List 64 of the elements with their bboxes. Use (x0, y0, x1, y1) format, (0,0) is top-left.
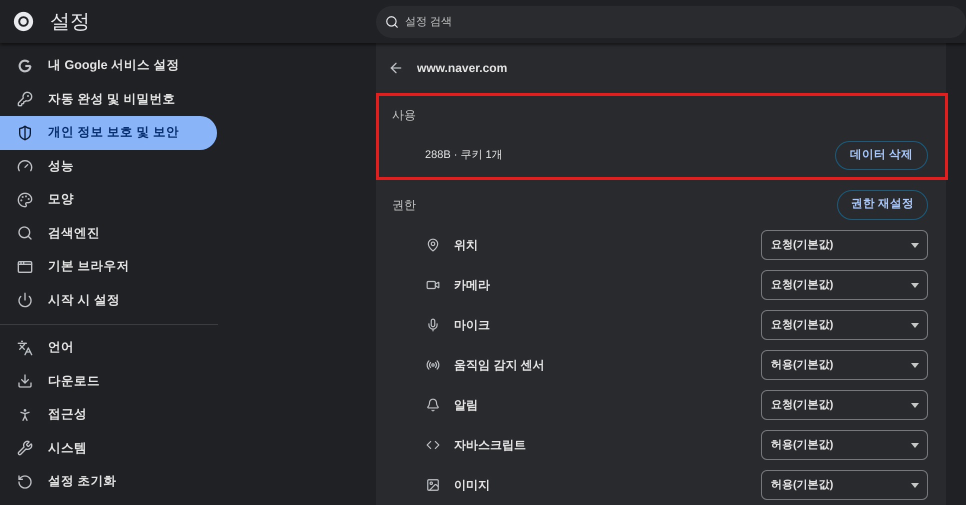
site-title: www.naver.com (417, 60, 508, 77)
bell-icon (426, 398, 440, 412)
sidebar-item[interactable]: 검색엔진 (0, 216, 217, 250)
search-icon (17, 225, 33, 242)
window-icon (17, 258, 33, 275)
search-icon (385, 14, 399, 28)
permission-label: 마이크 (454, 317, 491, 334)
permission-label: 움직임 감지 센서 (454, 357, 546, 374)
sidebar-item[interactable]: 성능 (0, 150, 217, 183)
dropdown-caret-icon (911, 362, 919, 368)
browser-logo (13, 11, 34, 32)
permission-dropdown[interactable]: 허용(기본값) (761, 470, 928, 500)
permission-dropdown[interactable]: 허용(기본값) (761, 350, 928, 380)
permission-dropdown[interactable]: 허용(기본값) (761, 430, 928, 460)
reset-icon (17, 474, 33, 490)
clear-data-button[interactable]: 데이터 삭제 (834, 141, 928, 170)
permission-label: 카메라 (454, 277, 491, 294)
wrench-icon (17, 440, 33, 456)
permission-label: 이미지 (454, 477, 491, 494)
camera-icon (426, 278, 440, 292)
key-icon (17, 91, 33, 108)
sidebar-item[interactable]: 시스템 (0, 432, 217, 465)
permission-dropdown[interactable]: 요청(기본값) (761, 390, 928, 420)
sidebar-item[interactable]: 언어 (0, 331, 217, 364)
dropdown-caret-icon (911, 322, 919, 328)
language-icon (17, 340, 33, 356)
permission-label: 자바스크립트 (454, 437, 527, 454)
dropdown-caret-icon (911, 482, 919, 488)
reset-permissions-button[interactable]: 권한 재설정 (836, 190, 928, 220)
permission-dropdown[interactable]: 요청(기본값) (761, 310, 928, 340)
permission-dropdown[interactable]: 요청(기본값) (761, 230, 928, 260)
sidebar-item[interactable]: 자동 완성 및 비밀번호 (0, 82, 217, 116)
sidebar-item[interactable]: 접근성 (0, 398, 217, 432)
location-pin-icon (426, 238, 440, 252)
sidebar-item[interactable]: 내 Google 서비스 설정 (0, 49, 217, 82)
download-icon (17, 373, 33, 390)
shield-icon (17, 124, 33, 141)
gauge-icon (17, 158, 33, 174)
palette-icon (17, 192, 33, 208)
sensor-icon (426, 358, 440, 372)
page-title: 설정 (50, 10, 91, 34)
search-field[interactable]: 설정 검색 (376, 6, 966, 38)
permission-label: 위치 (454, 237, 479, 254)
back-arrow-icon[interactable] (388, 60, 404, 76)
permission-dropdown[interactable]: 요청(기본값) (761, 270, 928, 300)
sidebar-item[interactable]: 개인 정보 보호 및 보안 (0, 116, 217, 150)
code-icon (426, 438, 440, 452)
sidebar-item[interactable]: 다운로드 (0, 364, 217, 398)
sidebar-item[interactable]: 설정 초기화 (0, 465, 217, 498)
dropdown-caret-icon (911, 242, 919, 248)
section-heading: 권한 (392, 197, 416, 214)
sidebar-item[interactable]: 모양 (0, 183, 217, 216)
microphone-icon (426, 318, 440, 332)
sidebar-item[interactable]: 시작 시 설정 (0, 284, 217, 317)
dropdown-caret-icon (911, 442, 919, 448)
power-icon (17, 292, 33, 308)
section-heading: 사용 (392, 107, 416, 124)
image-icon (426, 478, 440, 492)
dropdown-caret-icon (911, 402, 919, 408)
permission-label: 알림 (454, 397, 479, 414)
dropdown-caret-icon (911, 282, 919, 288)
sidebar-item[interactable]: 기본 브라우저 (0, 250, 217, 284)
usage-summary: 288B · 쿠키 1개 (425, 148, 503, 164)
google-icon (17, 58, 33, 74)
